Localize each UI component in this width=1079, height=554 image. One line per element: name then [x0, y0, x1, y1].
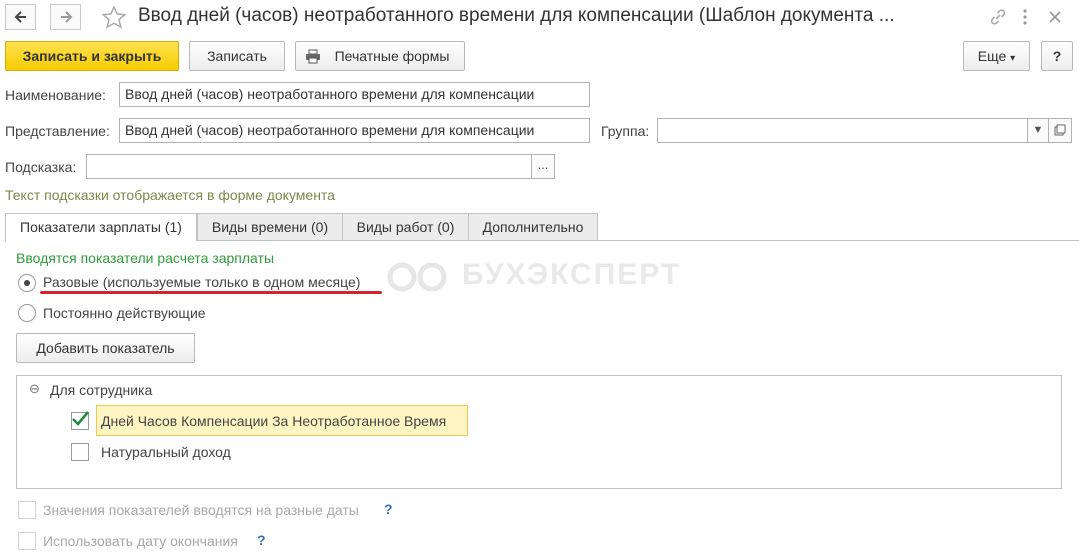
indicators-heading: Вводятся показатели расчета зарплаты	[16, 250, 275, 266]
option-end-date-label: Использовать дату окончания	[43, 533, 238, 549]
collapse-icon[interactable]: ⊖	[29, 381, 40, 397]
more-button[interactable]: Еще ▾	[963, 41, 1030, 71]
arrow-left-icon	[14, 11, 26, 23]
hint-description: Текст подсказки отображается в форме док…	[5, 187, 335, 203]
back-button[interactable]	[5, 4, 36, 30]
tab-salary-indicators[interactable]: Показатели зарплаты (1)	[5, 213, 197, 242]
help-button[interactable]: ?	[1041, 41, 1073, 71]
radio-one-time[interactable]	[18, 274, 36, 292]
save-button[interactable]: Записать	[189, 41, 285, 71]
presentation-field[interactable]: Ввод дней (часов) неотработанного времен…	[119, 118, 590, 143]
chevron-down-icon: ▼	[1032, 124, 1044, 136]
indicator-checkbox-compensation[interactable]	[71, 411, 89, 430]
close-icon[interactable]	[1047, 9, 1063, 25]
group-field[interactable]	[657, 118, 1028, 143]
hint-field[interactable]	[86, 154, 532, 179]
radio-dot	[24, 280, 30, 286]
name-field[interactable]: Ввод дней (часов) неотработанного времен…	[119, 82, 590, 107]
radio-one-time-label[interactable]: Разовые (используемые только в одном мес…	[43, 274, 360, 290]
add-indicator-button[interactable]: Добавить показатель	[16, 333, 195, 363]
more-label: Еще	[977, 48, 1007, 64]
option-end-date-help-icon[interactable]: ?	[257, 532, 266, 548]
watermark-text: БУХЭКСПЕРТ	[462, 258, 682, 291]
group-open-button[interactable]	[1048, 118, 1072, 143]
tab-additional[interactable]: Дополнительно	[468, 213, 598, 241]
radio-permanent[interactable]	[18, 304, 36, 322]
open-icon	[1054, 124, 1066, 136]
print-forms-label: Печатные формы	[334, 48, 450, 64]
printer-icon	[306, 49, 320, 64]
radio-permanent-label[interactable]: Постоянно действующие	[43, 305, 206, 321]
group-employee-label: Для сотрудника	[50, 382, 153, 398]
indicator-label-compensation: Дней Часов Компенсации За Неотработанное…	[101, 413, 447, 429]
red-underline	[40, 291, 382, 294]
option-dates-label: Значения показателей вводятся на разные …	[43, 502, 359, 518]
more-vertical-icon[interactable]	[1021, 8, 1029, 26]
link-icon[interactable]	[989, 8, 1007, 26]
presentation-label: Представление:	[5, 123, 110, 139]
option-dates-checkbox[interactable]	[18, 501, 36, 519]
hint-select-button[interactable]: ...	[531, 154, 555, 179]
tab-time-types[interactable]: Виды времени (0)	[197, 213, 343, 241]
watermark-logo-icon	[387, 262, 447, 292]
name-label: Наименование:	[5, 87, 106, 103]
window-title: Ввод дней (часов) неотработанного времен…	[138, 5, 895, 26]
hint-label: Подсказка:	[5, 159, 77, 175]
group-dropdown-button[interactable]: ▼	[1027, 118, 1049, 143]
forward-button[interactable]	[50, 4, 81, 30]
arrow-right-icon	[60, 11, 72, 23]
star-icon[interactable]	[101, 5, 127, 29]
checkmark-icon	[72, 411, 89, 426]
indicator-checkbox-natural-income[interactable]	[71, 443, 89, 461]
option-end-date-checkbox[interactable]	[18, 532, 36, 550]
group-label: Группа:	[601, 123, 650, 139]
print-forms-button[interactable]: Печатные формы	[295, 41, 465, 71]
tab-work-types[interactable]: Виды работ (0)	[342, 213, 469, 241]
save-and-close-button[interactable]: Записать и закрыть	[5, 41, 179, 71]
indicator-label-natural-income: Натуральный доход	[101, 444, 231, 460]
chevron-down-icon: ▾	[1010, 53, 1016, 64]
option-dates-help-icon[interactable]: ?	[384, 501, 393, 517]
